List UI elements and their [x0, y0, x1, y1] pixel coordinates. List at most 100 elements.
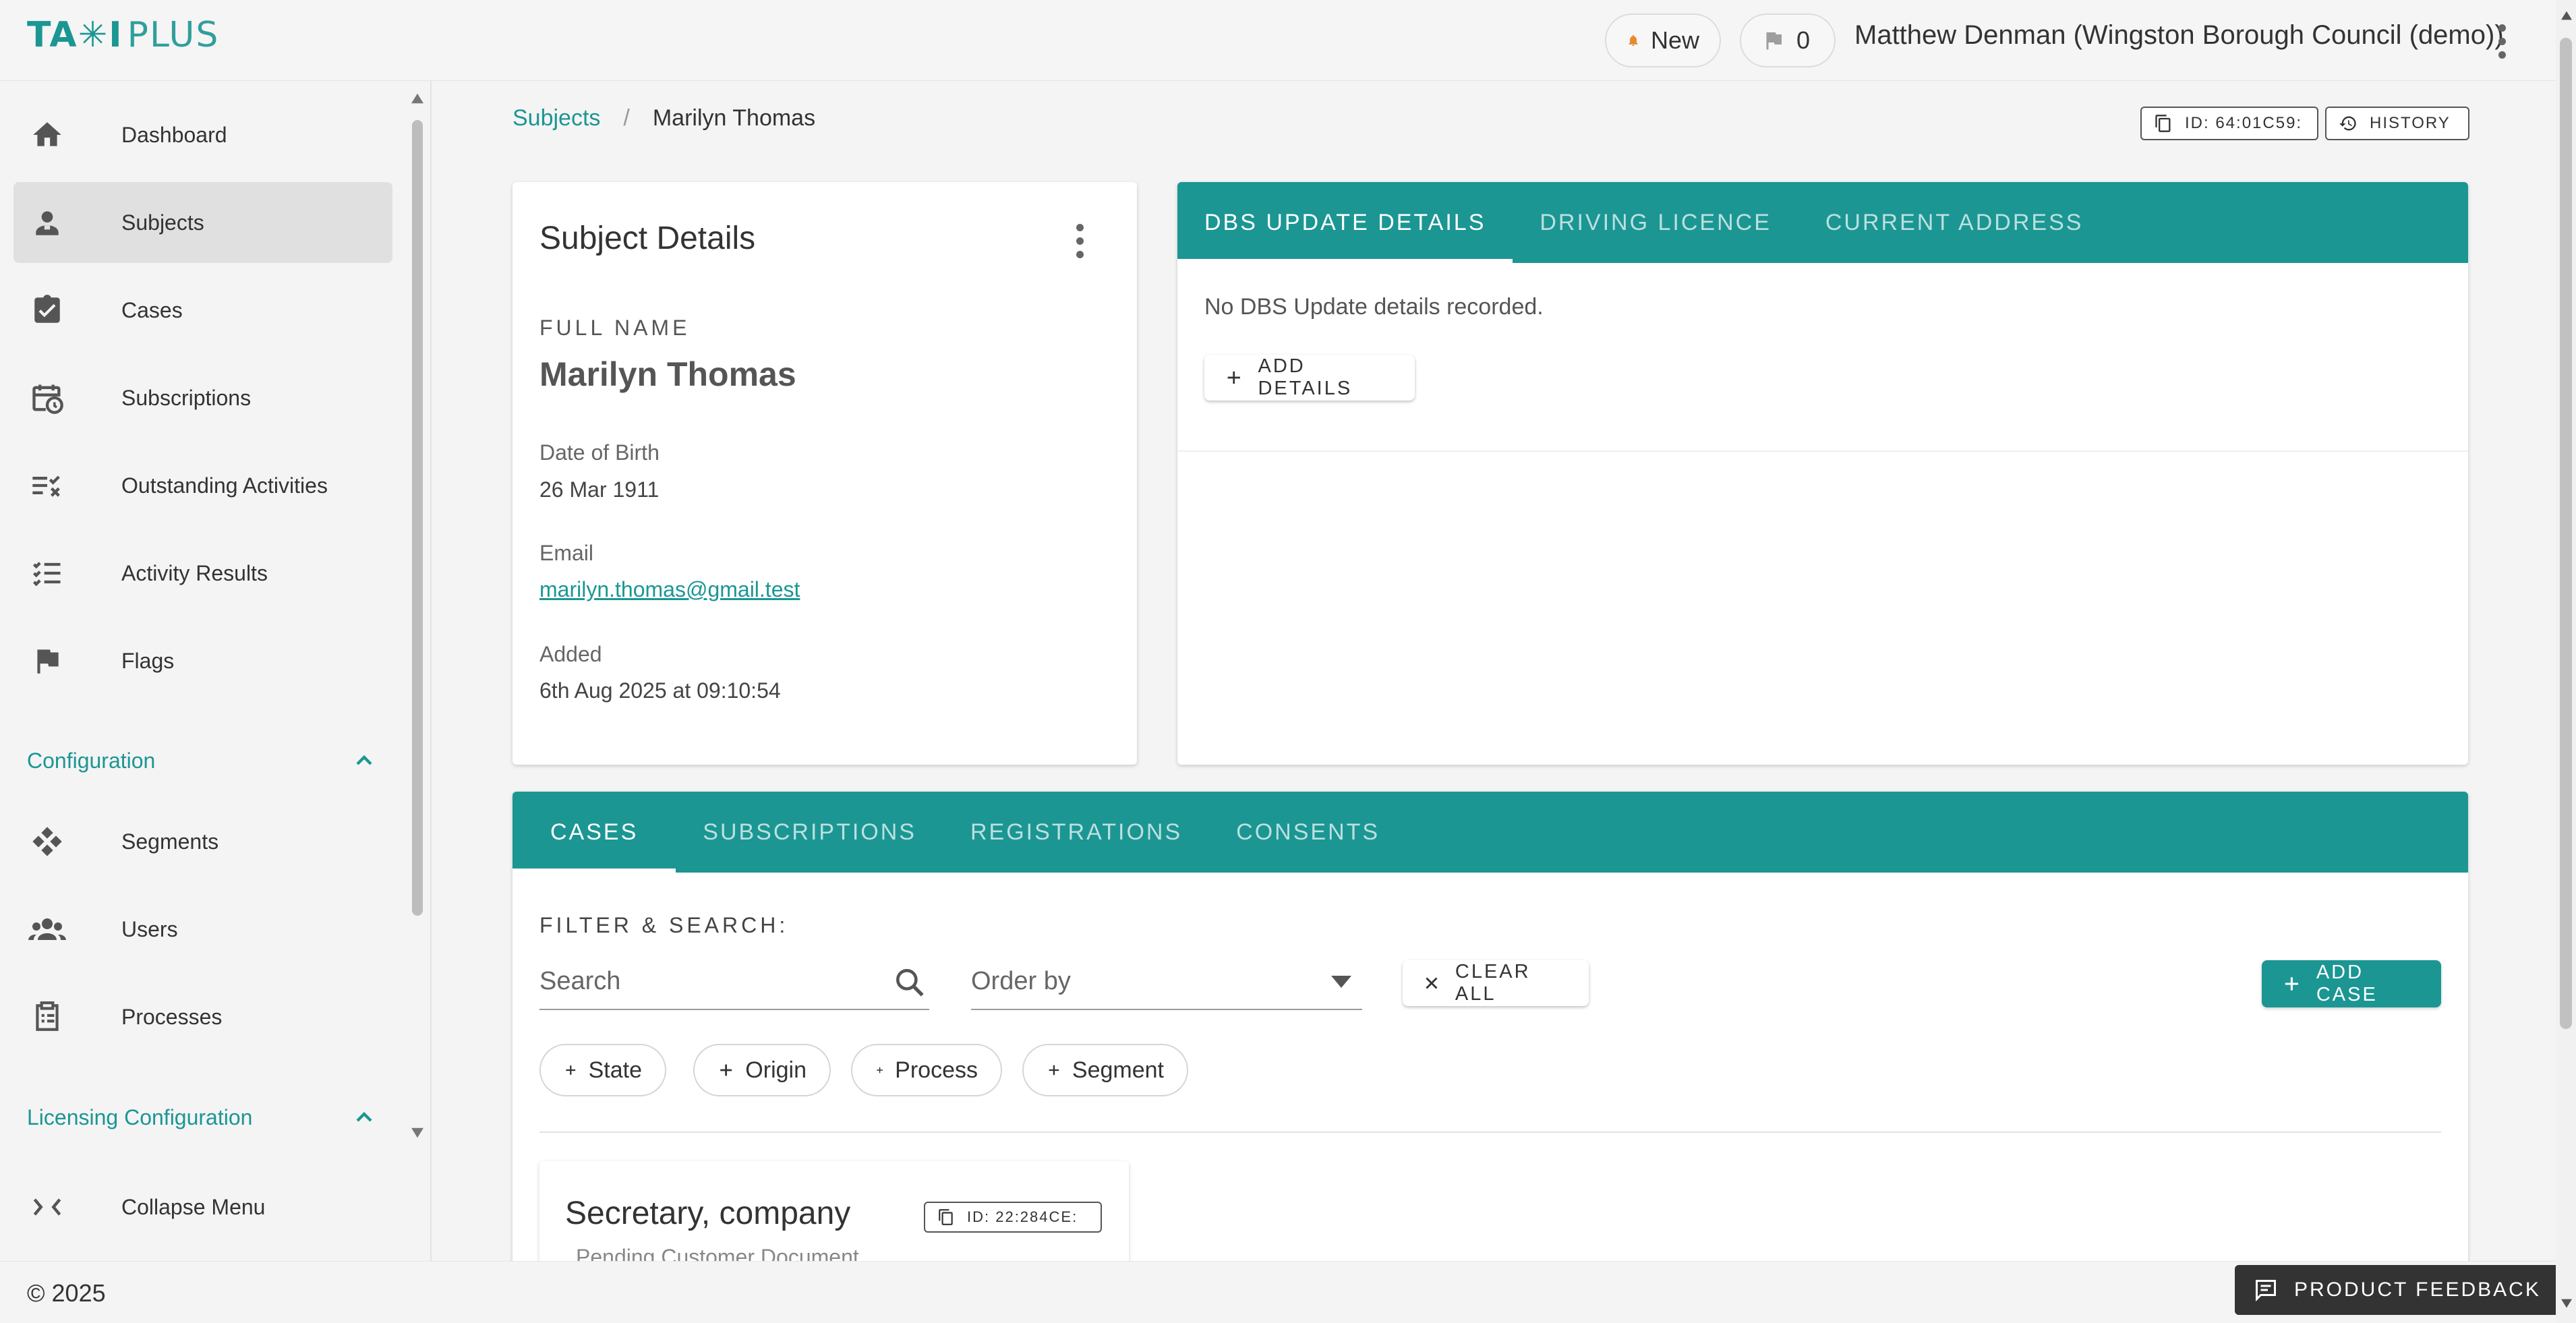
cases-tab-bar: CASES SUBSCRIPTIONS REGISTRATIONS CONSEN… — [513, 792, 2468, 873]
sidebar-item-label: Subscriptions — [121, 385, 252, 410]
divider — [539, 1131, 2441, 1133]
sidebar-item-label: Cases — [121, 297, 183, 322]
subject-id-label: ID: 64:01C59: — [2185, 114, 2303, 132]
logo-light: PLUS — [127, 15, 220, 55]
copy-case-id-button[interactable]: ID: 22:284CE: — [924, 1202, 1102, 1233]
notifications-label: New — [1650, 26, 1699, 54]
calendar-clock-icon — [28, 379, 66, 417]
divider — [1177, 450, 2468, 452]
sidebar-item-label: Processes — [121, 1004, 223, 1029]
sidebar-item-label: Segments — [121, 829, 219, 854]
case-card[interactable]: Secretary, company ID: 22:284CE: Pending… — [539, 1161, 1129, 1262]
sidebar-scrollbar[interactable] — [410, 93, 425, 1138]
new-notifications-button[interactable]: New — [1605, 13, 1721, 67]
copy-icon — [939, 1209, 953, 1225]
sidebar-item-subjects[interactable]: Subjects — [13, 182, 392, 263]
breadcrumb-separator: / — [623, 105, 630, 131]
tab-cases[interactable]: CASES — [513, 792, 676, 873]
sidebar-item-label: Dashboard — [121, 122, 227, 147]
add-details-button[interactable]: ADD DETAILS — [1204, 355, 1415, 401]
copy-id-button[interactable]: ID: 64:01C59: — [2140, 107, 2318, 140]
sidebar-item-cases[interactable]: Cases — [13, 270, 392, 351]
search-icon[interactable] — [893, 966, 927, 999]
sidebar-item-segments[interactable]: Segments — [13, 801, 392, 882]
details-tab-bar: DBS UPDATE DETAILS DRIVING LICENCE CURRE… — [1177, 182, 2468, 263]
account-menu-icon[interactable] — [2497, 24, 2507, 59]
copy-icon — [2155, 115, 2171, 132]
tab-registrations[interactable]: REGISTRATIONS — [943, 792, 1209, 873]
email-label: Email — [539, 541, 594, 565]
breadcrumb-current: Marilyn Thomas — [652, 105, 816, 131]
flags-counter-button[interactable]: 0 — [1740, 13, 1836, 67]
add-case-button[interactable]: ADD CASE — [2262, 960, 2441, 1007]
filter-chip-state[interactable]: State — [539, 1044, 666, 1096]
order-by-select[interactable]: Order by — [971, 953, 1362, 1010]
scroll-up-arrow-icon[interactable] — [411, 93, 423, 104]
history-button[interactable]: HISTORY — [2325, 107, 2469, 140]
added-label: Added — [539, 642, 602, 666]
configuration-section-toggle[interactable]: Configuration — [27, 747, 378, 774]
email-link[interactable]: marilyn.thomas@gmail.test — [539, 577, 800, 602]
tab-dbs-update-details[interactable]: DBS UPDATE DETAILS — [1177, 182, 1513, 263]
scroll-down-arrow-icon[interactable] — [411, 1127, 423, 1138]
user-menu-name[interactable]: Matthew Denman (Wingston Borough Council… — [1854, 20, 2504, 51]
logo-bold: TA✳I — [27, 15, 123, 55]
filter-chip-label: Process — [895, 1057, 978, 1083]
full-name-value: Marilyn Thomas — [539, 355, 796, 393]
clear-all-button[interactable]: CLEAR ALL — [1403, 960, 1589, 1006]
chevron-up-icon — [356, 755, 372, 765]
add-details-label: ADD DETAILS — [1258, 355, 1353, 399]
home-icon — [28, 116, 66, 154]
tab-subscriptions[interactable]: SUBSCRIPTIONS — [676, 792, 943, 873]
sidebar-item-label: Subjects — [121, 210, 204, 235]
sidebar-item-outstanding-activities[interactable]: Outstanding Activities — [13, 445, 392, 526]
licensing-configuration-heading: Licensing Configuration — [27, 1105, 253, 1129]
history-label: HISTORY — [2370, 114, 2451, 132]
case-id-label: ID: 22:284CE: — [967, 1208, 1078, 1225]
filter-search-heading: FILTER & SEARCH: — [539, 913, 789, 937]
sidebar-item-processes[interactable]: Processes — [13, 976, 392, 1057]
collapse-menu-button[interactable]: Collapse Menu — [13, 1167, 392, 1247]
checklist-icon — [28, 554, 66, 592]
licensing-configuration-section-toggle[interactable]: Licensing Configuration — [27, 1104, 378, 1131]
history-icon — [2339, 116, 2356, 131]
breadcrumb: Subjects / Marilyn Thomas — [513, 105, 815, 131]
tab-consents[interactable]: CONSENTS — [1209, 792, 1407, 873]
dob-label: Date of Birth — [539, 440, 660, 465]
filter-chip-segment[interactable]: Segment — [1022, 1044, 1188, 1096]
sidebar-item-activity-results[interactable]: Activity Results — [13, 533, 392, 614]
sidebar-item-users[interactable]: Users — [13, 889, 392, 970]
sidebar-scrollbar-thumb[interactable] — [412, 120, 423, 916]
dropdown-arrow-icon — [1331, 976, 1351, 988]
subject-card-menu-icon[interactable] — [1075, 224, 1084, 258]
case-subtitle: Pending Customer Document — [576, 1245, 859, 1262]
search-input[interactable]: Search — [539, 953, 929, 1010]
case-title: Secretary, company — [565, 1196, 851, 1231]
sidebar-item-label: Outstanding Activities — [121, 473, 328, 498]
tab-current-address[interactable]: CURRENT ADDRESS — [1798, 182, 2111, 263]
filter-chip-label: State — [588, 1057, 642, 1083]
plus-icon — [720, 1064, 732, 1076]
clear-all-label: CLEAR ALL — [1455, 961, 1531, 1005]
scroll-up-arrow-icon[interactable] — [2561, 11, 2572, 20]
sidebar-item-flags[interactable]: Flags — [13, 620, 392, 701]
add-case-label: ADD CASE — [2316, 962, 2378, 1005]
filter-chip-origin[interactable]: Origin — [693, 1044, 831, 1096]
users-icon — [28, 910, 66, 948]
scroll-down-arrow-icon[interactable] — [2561, 1299, 2572, 1308]
plus-icon — [1227, 371, 1240, 384]
taxiplus-logo[interactable]: TA✳I PLUS — [27, 15, 220, 55]
sidebar-item-dashboard[interactable]: Dashboard — [13, 94, 392, 175]
page-scrollbar[interactable] — [2556, 0, 2576, 1323]
top-bar: TA✳I PLUS New 0 Matthew Denman (Wingston… — [0, 0, 2576, 81]
filter-chip-process[interactable]: Process — [851, 1044, 1002, 1096]
sidebar-item-subscriptions[interactable]: Subscriptions — [13, 357, 392, 438]
sidebar-item-label: Activity Results — [121, 560, 268, 585]
bell-icon — [1629, 35, 1638, 47]
page-scrollbar-thumb[interactable] — [2560, 38, 2572, 1029]
product-feedback-button[interactable]: PRODUCT FEEDBACK — [2235, 1265, 2568, 1315]
breadcrumb-subjects-link[interactable]: Subjects — [513, 105, 600, 131]
flag-icon — [1766, 32, 1782, 50]
tab-driving-licence[interactable]: DRIVING LICENCE — [1513, 182, 1798, 263]
details-tabs-card: DBS UPDATE DETAILS DRIVING LICENCE CURRE… — [1177, 182, 2468, 765]
